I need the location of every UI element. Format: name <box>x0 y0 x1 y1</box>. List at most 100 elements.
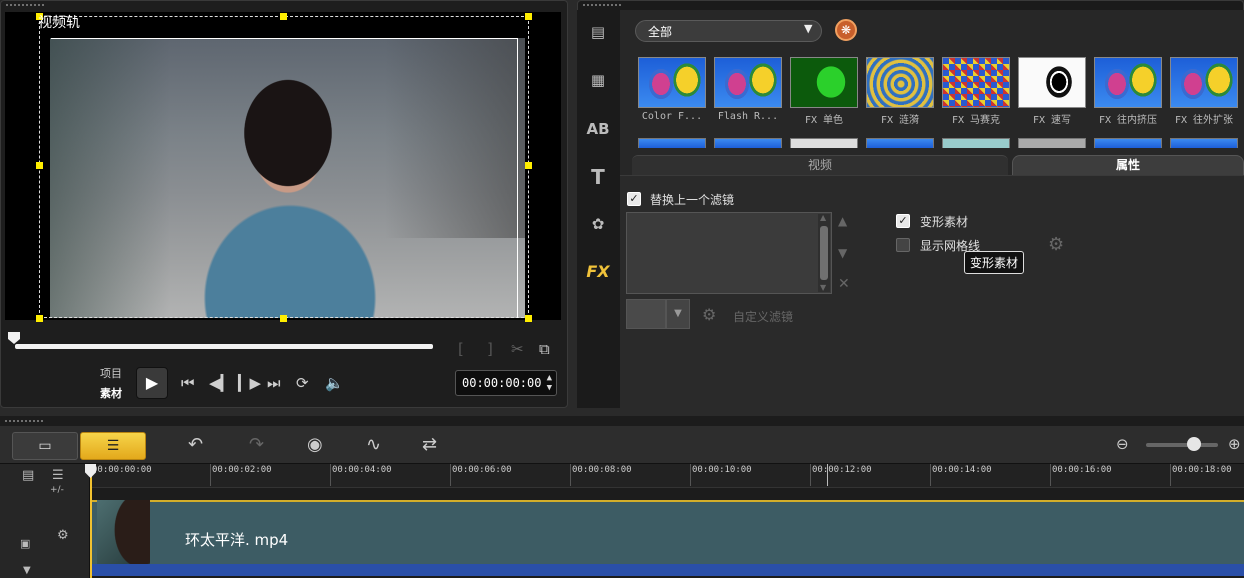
ruler-tick-label: 00:00:00:00 <box>92 465 152 475</box>
resize-handle-r[interactable] <box>525 162 532 169</box>
repeat-icon[interactable]: ⟳ <box>296 374 309 392</box>
text-icon[interactable]: T <box>584 165 612 189</box>
transition-icon[interactable]: ▦ <box>584 68 612 92</box>
hover-cursor-line <box>827 464 828 486</box>
add-remove-track-label[interactable]: +/- <box>50 485 64 495</box>
mark-out-icon[interactable]: ] <box>487 340 493 358</box>
storyboard-view-button[interactable]: ▭ <box>12 432 78 460</box>
sound-mixer-icon[interactable]: ∿ <box>366 434 381 455</box>
ripple-edit-icon[interactable]: ▣ <box>20 537 30 550</box>
preset-dropdown-icon[interactable]: ▼ <box>666 299 690 329</box>
fx-filter-icon[interactable]: FX <box>584 260 612 284</box>
clip-name: 环太平洋. mp4 <box>185 531 289 549</box>
move-filter-up-icon[interactable]: ▲ <box>838 214 847 228</box>
record-capture-icon[interactable]: ◉ <box>307 434 323 455</box>
filter-thumb-flash-r[interactable] <box>714 57 782 108</box>
resize-handle-b[interactable] <box>280 315 287 322</box>
zoom-in-icon[interactable]: ⊕ <box>1228 435 1241 453</box>
track-label: 视频轨 <box>38 15 80 31</box>
applied-filter-list[interactable] <box>626 212 832 294</box>
title-ab-icon[interactable]: AB <box>584 117 612 141</box>
filter-thumb-bulge[interactable] <box>1170 57 1238 108</box>
zoom-slider-knob[interactable] <box>1187 437 1201 451</box>
custom-filter-icon[interactable]: ⚙ <box>702 305 716 324</box>
mark-in-icon[interactable]: [ <box>458 340 464 358</box>
custom-filter-button[interactable]: 自定义滤镜 <box>733 308 793 325</box>
filter-thumb-partial[interactable] <box>866 138 934 148</box>
show-all-tracks-icon[interactable]: ☰ <box>52 468 64 483</box>
next-frame-icon[interactable]: ▎▶ <box>238 374 261 392</box>
chevron-down-icon[interactable]: ▼ <box>23 565 31 576</box>
chevron-down-icon[interactable]: ▼ <box>804 22 812 35</box>
filter-thumb-ripple[interactable] <box>866 57 934 108</box>
redo-icon[interactable]: ↷ <box>249 434 264 455</box>
filter-thumb-mosaic[interactable] <box>942 57 1010 108</box>
ruler-tick <box>1170 464 1171 486</box>
filter-thumb-partial[interactable] <box>1018 138 1086 148</box>
filter-label: FX 单色 <box>804 115 844 126</box>
frame-border <box>51 38 518 318</box>
filter-label: FX 马赛克 <box>951 115 1001 126</box>
distort-clip-checkbox[interactable]: ✓ <box>896 214 910 228</box>
filter-thumb-partial[interactable] <box>1094 138 1162 148</box>
resize-handle-t[interactable] <box>280 13 287 20</box>
zoom-slider[interactable] <box>1146 443 1218 447</box>
tooltip: 变形素材 <box>964 251 1025 274</box>
auto-music-icon[interactable]: ⇄ <box>422 434 437 455</box>
undo-icon[interactable]: ↶ <box>188 434 203 455</box>
track-manager-icon[interactable]: ▤ <box>22 468 34 483</box>
panel-grip[interactable] <box>5 3 45 8</box>
media-icon[interactable]: ▤ <box>584 20 612 44</box>
scroll-up-icon[interactable]: ▲ <box>820 213 826 222</box>
tab-properties[interactable]: 属性 <box>1012 155 1244 175</box>
category-dropdown[interactable]: 全部 <box>635 20 822 42</box>
show-grid-checkbox[interactable] <box>896 238 910 252</box>
timeline-view-button[interactable]: ☰ <box>80 432 146 460</box>
filter-thumb-partial[interactable] <box>714 138 782 148</box>
previous-frame-icon[interactable]: ◀▎ <box>209 374 232 392</box>
browse-filter-button[interactable]: ❋ <box>835 19 857 41</box>
replace-filter-checkbox[interactable]: ✓ <box>627 192 641 206</box>
resize-handle-tr[interactable] <box>525 13 532 20</box>
video-editor-window: 视频轨 [ ] ✂ ⧉ 项目 素材 ▶ ⏮ ◀▎ ▎▶ ⏭ ⟳ 🔈 00:00:… <box>0 0 1244 578</box>
ruler-tick <box>570 464 571 486</box>
filter-list-scroll-thumb[interactable] <box>820 226 828 280</box>
play-button[interactable]: ▶ <box>136 367 168 399</box>
ruler-tick <box>330 464 331 486</box>
end-icon[interactable]: ⏭ <box>267 374 281 392</box>
graphic-icon[interactable]: ✿ <box>584 212 612 236</box>
scroll-down-icon[interactable]: ▼ <box>820 283 826 292</box>
filter-thumb-partial[interactable] <box>790 138 858 148</box>
home-icon[interactable]: ⏮ <box>181 374 195 392</box>
remove-filter-icon[interactable]: ✕ <box>838 276 850 292</box>
timecode-stepper-icon[interactable]: ▲ ▼ <box>547 373 552 393</box>
move-filter-down-icon[interactable]: ▼ <box>838 246 847 260</box>
filter-thumb-sketch[interactable] <box>1018 57 1086 108</box>
resize-handle-bl[interactable] <box>36 315 43 322</box>
video-track-icon[interactable]: ⚙ <box>57 528 69 543</box>
filter-thumb-partial[interactable] <box>638 138 706 148</box>
ruler-tick <box>810 464 811 486</box>
filter-thumb-color-f[interactable] <box>638 57 706 108</box>
enlarge-icon[interactable]: ⧉ <box>539 340 550 358</box>
zoom-out-icon[interactable]: ⊖ <box>1116 435 1129 453</box>
filter-thumb-partial[interactable] <box>1170 138 1238 148</box>
ruler-tick <box>690 464 691 486</box>
grid-options-icon[interactable]: ⚙ <box>1048 234 1064 255</box>
panel-grip[interactable] <box>4 419 44 424</box>
filter-thumb-pinch[interactable] <box>1094 57 1162 108</box>
split-clip-icon[interactable]: ✂ <box>511 340 524 358</box>
preview-scrubber[interactable] <box>15 344 433 349</box>
panel-grip[interactable] <box>582 3 622 8</box>
timecode-field[interactable]: 00:00:00:00 ▲ ▼ <box>455 370 557 396</box>
scrubber-knob[interactable] <box>7 331 21 345</box>
volume-icon[interactable]: 🔈 <box>325 374 344 392</box>
resize-handle-br[interactable] <box>525 315 532 322</box>
resize-handle-l[interactable] <box>36 162 43 169</box>
project-mode-label[interactable]: 项目 <box>100 365 122 381</box>
filter-thumb-partial[interactable] <box>942 138 1010 148</box>
preset-selector[interactable] <box>626 299 666 329</box>
tab-video[interactable]: 视频 <box>632 155 1008 175</box>
clip-mode-label[interactable]: 素材 <box>100 385 122 401</box>
filter-thumb-mono[interactable] <box>790 57 858 108</box>
